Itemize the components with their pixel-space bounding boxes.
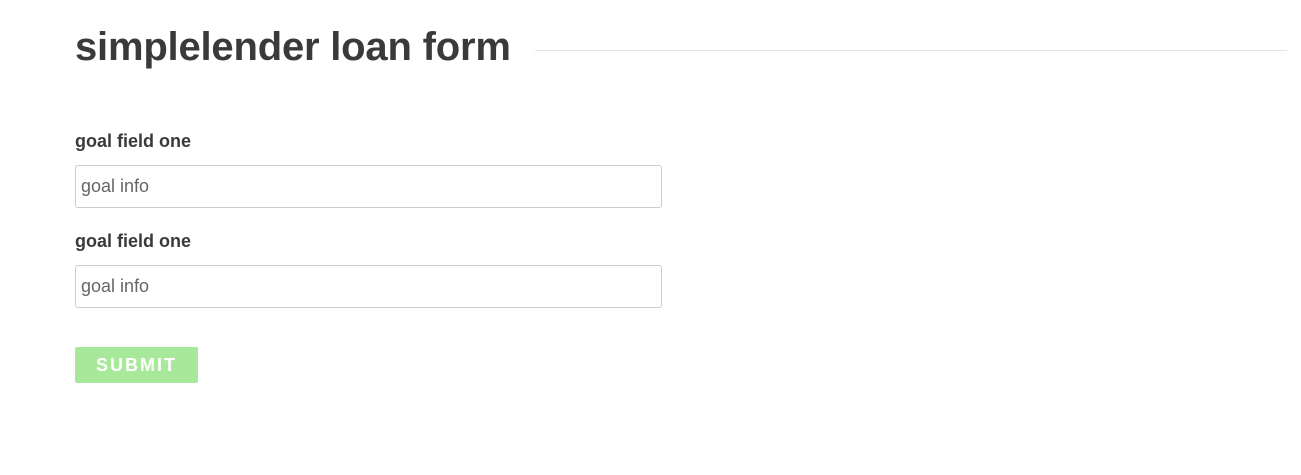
goal-field-one-label: goal field one [75,131,192,151]
goal-field-two-input[interactable] [75,265,662,308]
field-group-2: goal field one [75,228,662,308]
title-divider [534,49,1287,51]
field-group-1: goal field one [75,128,662,208]
submit-button[interactable]: SUBMIT [75,347,198,383]
page: simplelender loan form goal field one go… [0,0,1301,475]
page-header: simplelender loan form [75,22,1287,72]
loan-form: goal field one goal field one [75,128,662,308]
goal-field-two-label: goal field one [75,231,192,251]
goal-field-one-input[interactable] [75,165,662,208]
page-title: simplelender loan form [75,25,511,69]
